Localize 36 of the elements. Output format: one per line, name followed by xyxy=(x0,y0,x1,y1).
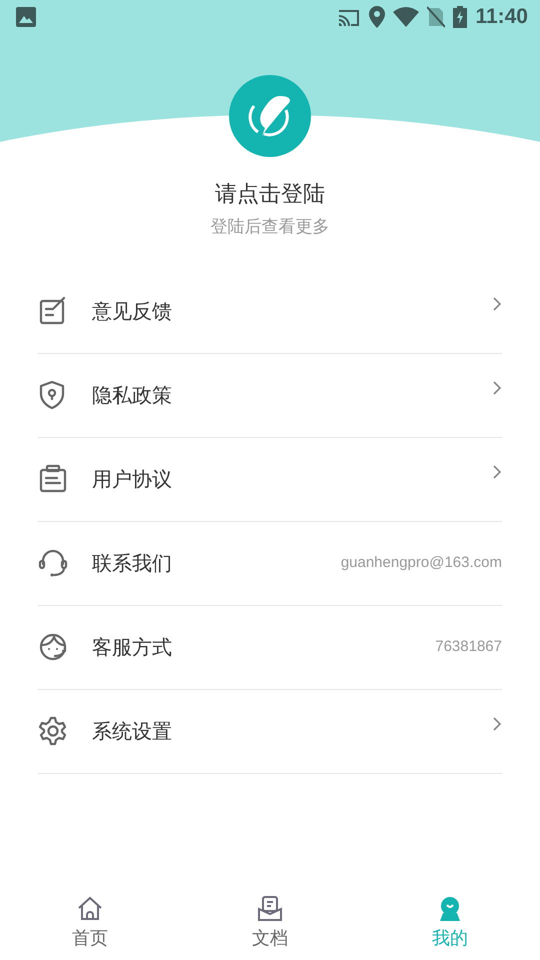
chevron-right-icon xyxy=(492,296,502,312)
clock: 11:40 xyxy=(475,4,528,30)
login-hint: 登陆后查看更多 xyxy=(210,216,330,239)
chevron-right-icon xyxy=(492,464,502,480)
chevron-right-icon xyxy=(492,380,502,396)
home-icon xyxy=(76,895,104,923)
cast-icon xyxy=(337,7,362,27)
headset-icon xyxy=(38,548,68,578)
location-icon xyxy=(369,6,386,28)
menu-label: 意见反馈 xyxy=(92,298,173,325)
menu-item[interactable]: 系统设置 xyxy=(38,690,502,774)
menu-label: 客服方式 xyxy=(92,634,173,661)
menu-item[interactable]: 隐私政策 xyxy=(38,354,502,438)
no-sim-icon xyxy=(427,6,446,28)
menu-item[interactable]: 意见反馈 xyxy=(38,270,502,354)
settings-icon xyxy=(38,716,68,746)
image-icon xyxy=(16,7,36,27)
chevron-right-icon xyxy=(492,716,502,732)
wifi-icon xyxy=(393,7,420,27)
menu-value: 76381867 xyxy=(435,636,502,657)
edit-icon xyxy=(38,296,68,326)
tab[interactable]: 文档 xyxy=(180,895,360,952)
support-agent-icon xyxy=(38,632,68,662)
menu-item[interactable]: 客服方式 76381867 xyxy=(38,606,502,690)
tab[interactable]: 首页 xyxy=(0,895,180,952)
battery-charging-icon xyxy=(453,6,468,28)
menu-item[interactable]: 用户协议 xyxy=(38,438,502,522)
document-inbox-icon xyxy=(256,895,284,923)
menu-label: 联系我们 xyxy=(92,550,173,577)
menu-item[interactable]: 联系我们 guanhengpro@163.com xyxy=(38,522,502,606)
menu-value: guanhengpro@163.com xyxy=(340,552,502,573)
menu-label: 系统设置 xyxy=(92,718,173,745)
clipboard-icon xyxy=(38,464,68,494)
menu-label: 隐私政策 xyxy=(92,382,173,409)
menu-label: 用户协议 xyxy=(92,466,173,493)
login-prompt[interactable]: 请点击登陆 xyxy=(0,178,540,211)
